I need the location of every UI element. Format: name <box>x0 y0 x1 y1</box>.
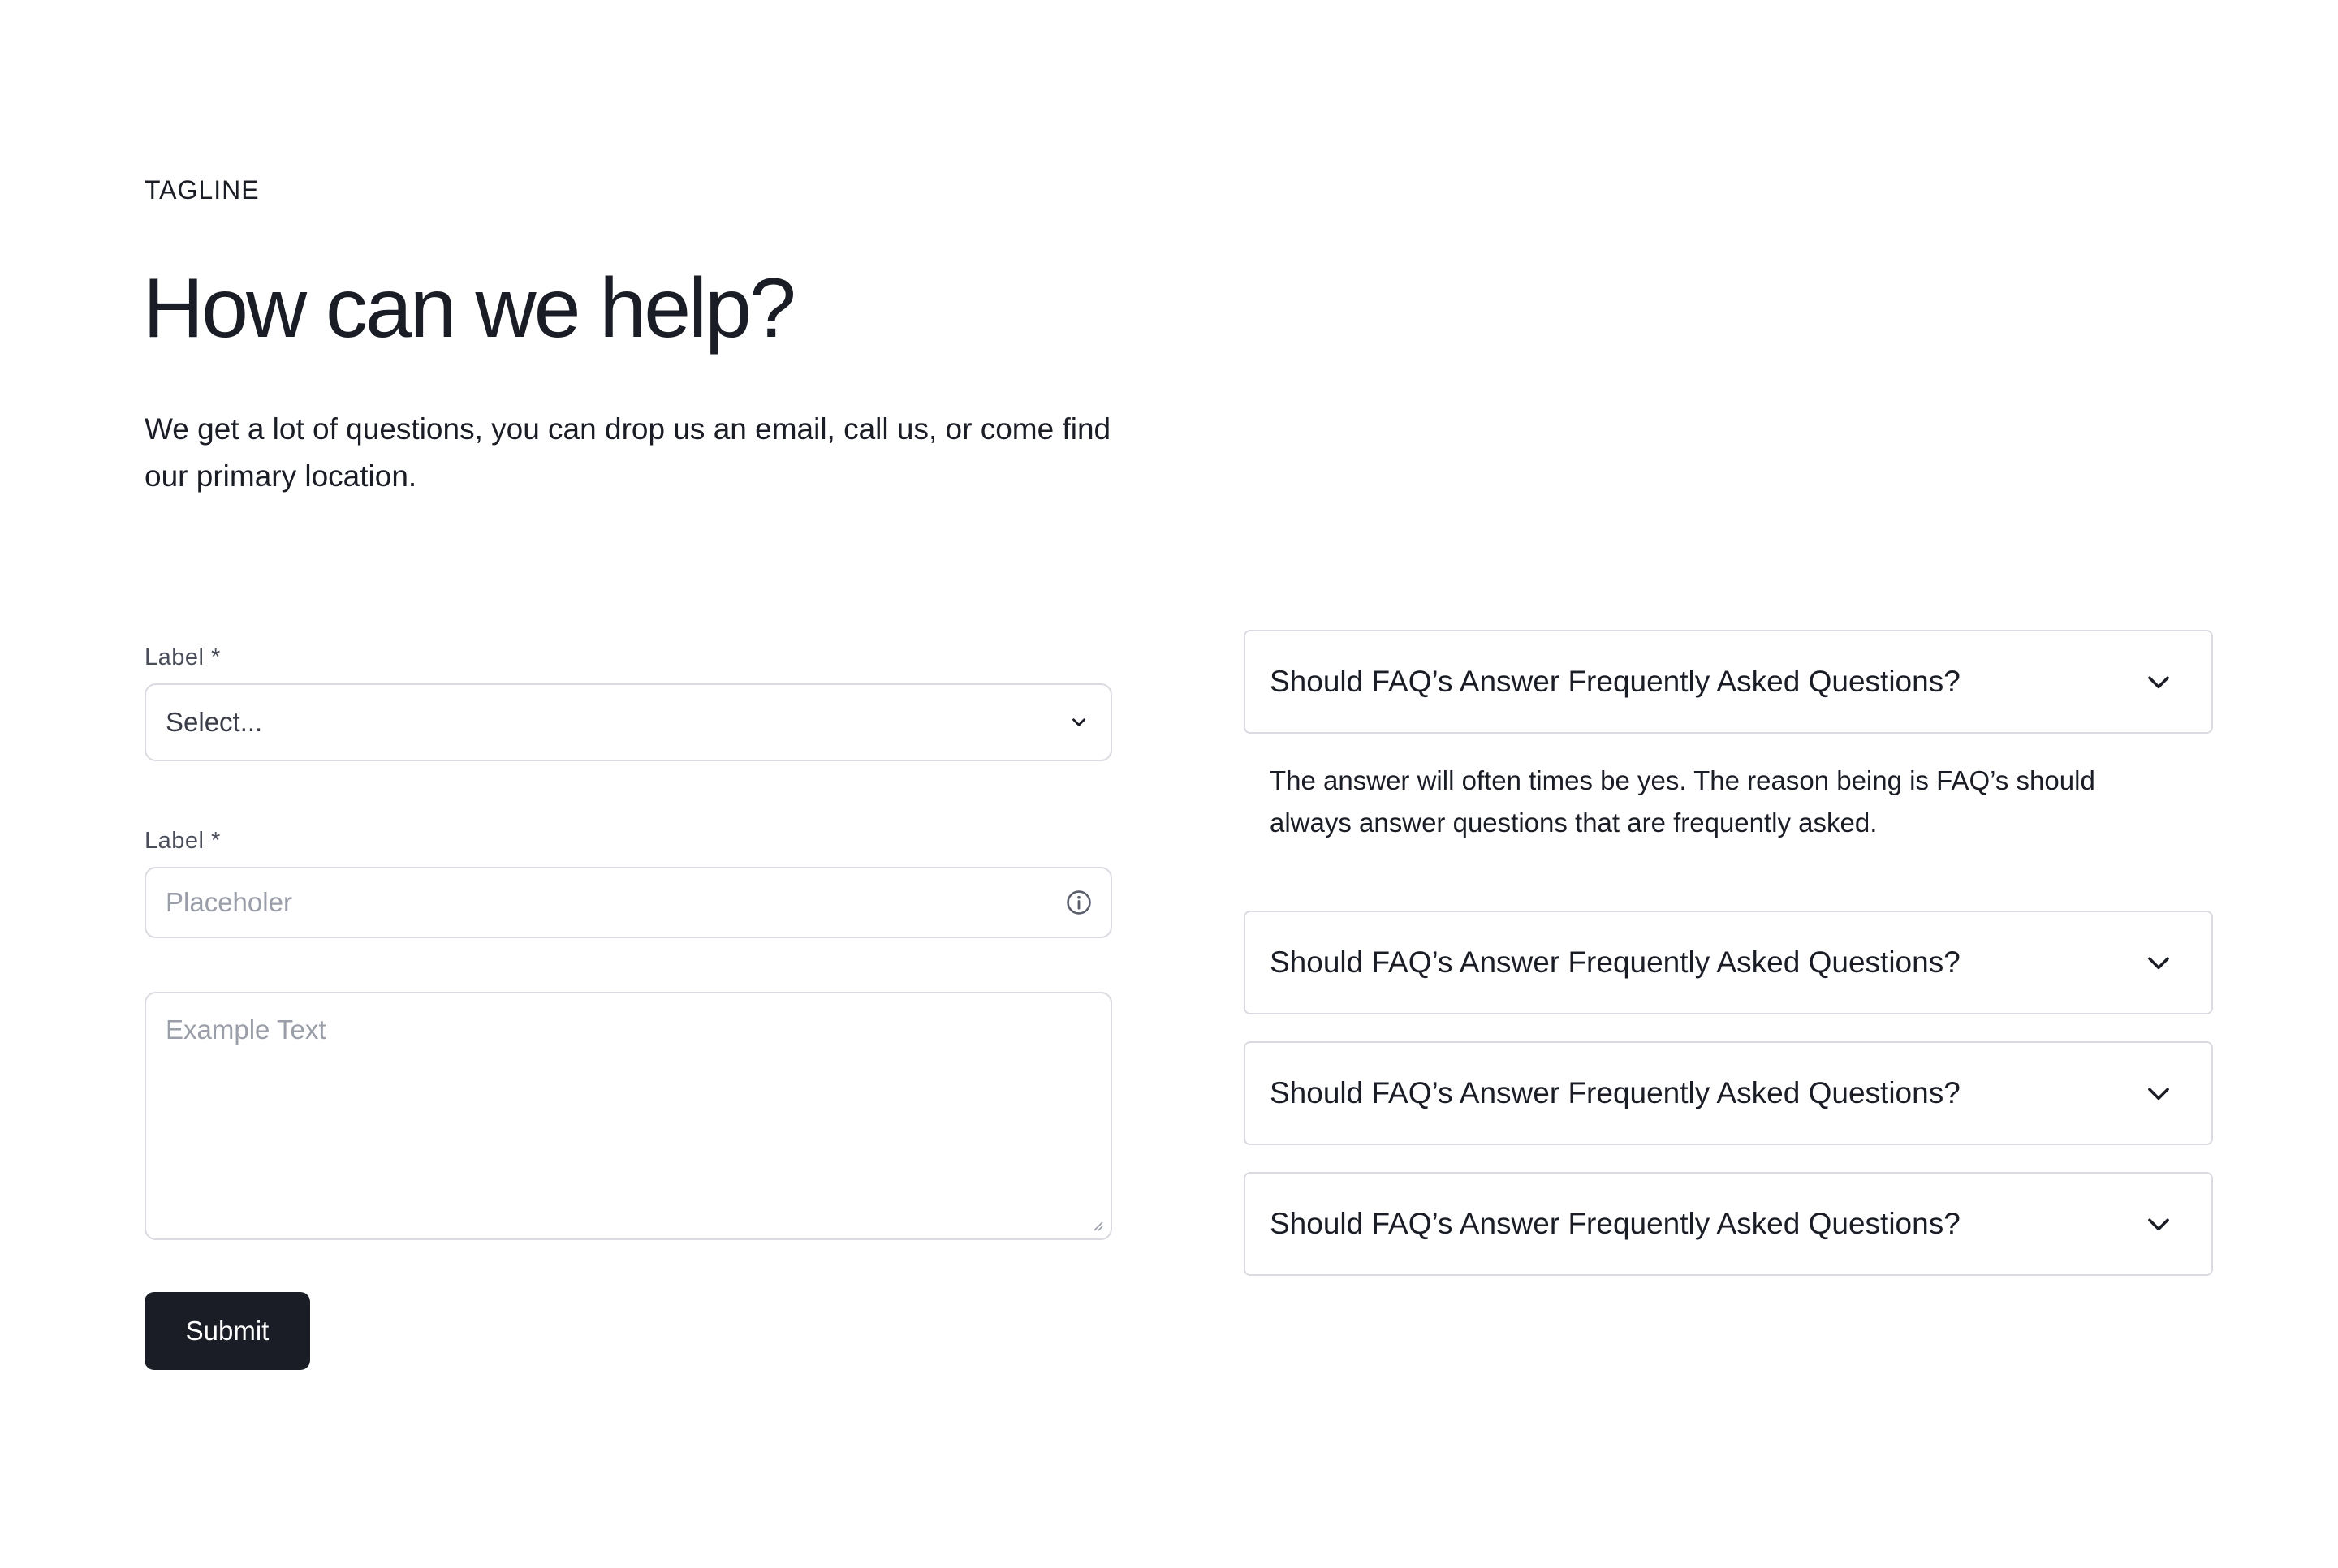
faq-item[interactable]: Should FAQ’s Answer Frequently Asked Que… <box>1244 1172 2213 1276</box>
tagline: TAGLINE <box>145 175 260 205</box>
chevron-down-icon <box>2148 1218 2169 1231</box>
textarea-wrapper <box>145 992 1112 1240</box>
text-input-wrapper <box>145 867 1112 938</box>
chevron-down-icon <box>1072 718 1085 726</box>
intro-text: We get a lot of questions, you can drop … <box>145 412 1111 493</box>
faq-question: Should FAQ’s Answer Frequently Asked Que… <box>1270 1076 1961 1109</box>
faq-question: Should FAQ’s Answer Frequently Asked Que… <box>1270 1207 1961 1240</box>
select-dropdown[interactable]: Select... <box>145 683 1112 761</box>
faq-question: Should FAQ’s Answer Frequently Asked Que… <box>1270 946 1961 979</box>
faq-question: Should FAQ’s Answer Frequently Asked Que… <box>1270 665 1961 698</box>
chevron-down-icon <box>2148 957 2169 970</box>
chevron-down-icon <box>2148 676 2169 689</box>
message-textarea[interactable] <box>146 993 1111 1238</box>
resize-handle-icon[interactable] <box>1091 1219 1104 1232</box>
submit-button[interactable]: Submit <box>145 1292 310 1370</box>
chevron-down-icon <box>2148 1088 2169 1101</box>
faq-item[interactable]: Should FAQ’s Answer Frequently Asked Que… <box>1244 1041 2213 1145</box>
select-value: Select... <box>166 707 263 737</box>
faq-item[interactable]: Should FAQ’s Answer Frequently Asked Que… <box>1244 630 2213 734</box>
faq-answer: The answer will often times be yes. The … <box>1270 765 2095 838</box>
input-label: Label * <box>145 828 221 854</box>
text-input[interactable] <box>146 868 1111 937</box>
faq-item[interactable]: Should FAQ’s Answer Frequently Asked Que… <box>1244 911 2213 1014</box>
info-icon[interactable] <box>1065 889 1093 916</box>
page-title: How can we help? <box>143 261 796 355</box>
select-label: Label * <box>145 644 221 670</box>
